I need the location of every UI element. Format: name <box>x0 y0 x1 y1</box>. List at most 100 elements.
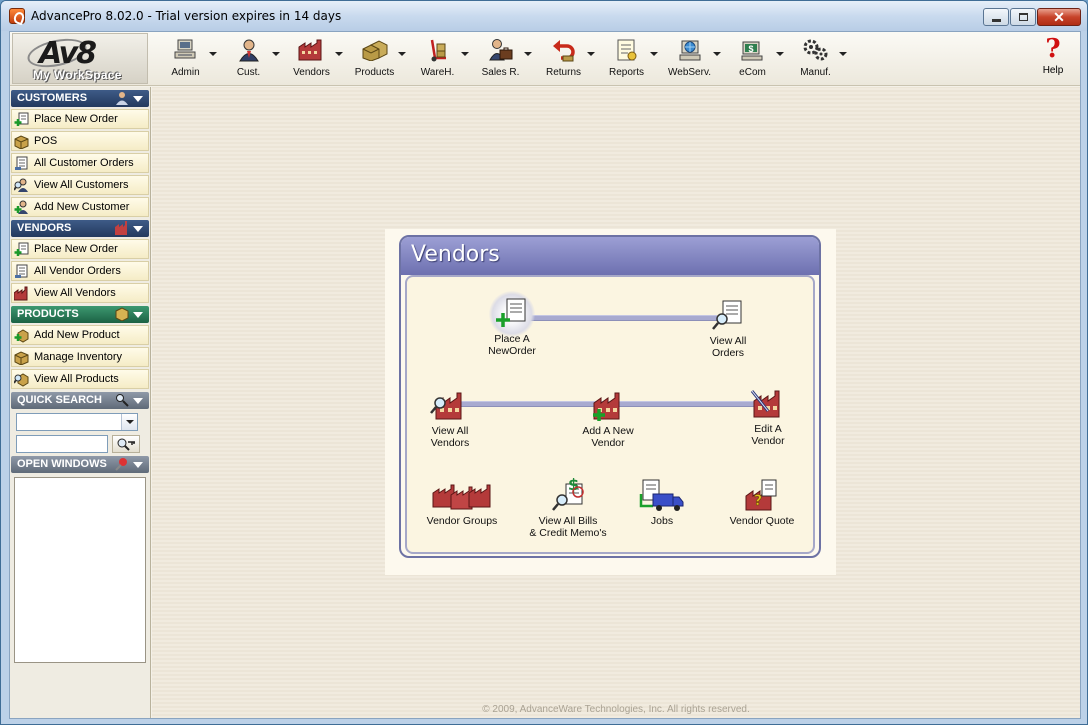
dropdown-arrow-icon[interactable] <box>650 52 658 56</box>
toolbar-customers-button[interactable]: Cust. <box>217 36 280 82</box>
quick-search-section-header[interactable]: QUICK SEARCH <box>11 392 149 409</box>
jobs-node[interactable]: Jobs <box>607 477 717 527</box>
quick-search-input[interactable] <box>16 435 108 453</box>
app-icon[interactable] <box>9 8 25 24</box>
sidebar-item-add-new-customer[interactable]: Add New Customer <box>11 197 149 217</box>
vendor-search-icon <box>430 387 470 423</box>
sidebar-item-view-all-products[interactable]: View All Products <box>11 369 149 389</box>
vendor-quote-node[interactable]: ? Vendor Quote <box>707 477 817 527</box>
sidebar-item-manage-inventory[interactable]: Manage Inventory <box>11 347 149 367</box>
dropdown-arrow-icon[interactable] <box>335 52 343 56</box>
title-bar[interactable]: AdvancePro 8.02.0 - Trial version expire… <box>1 1 1087 31</box>
section-title: QUICK SEARCH <box>17 394 102 406</box>
dropdown-arrow-icon[interactable] <box>839 52 847 56</box>
dropdown-arrow-icon[interactable] <box>209 52 217 56</box>
sidebar-item-view-all-customers[interactable]: View All Customers <box>11 175 149 195</box>
open-windows-list[interactable] <box>14 477 146 663</box>
sidebar-item-vendor-place-new-order[interactable]: Place New Order <box>11 239 149 259</box>
toolbar-admin-button[interactable]: Admin <box>154 36 217 82</box>
minimize-button[interactable] <box>983 8 1009 26</box>
close-icon: ✕ <box>1053 9 1065 25</box>
toolbar-ecom-button[interactable]: $ eCom <box>721 36 784 82</box>
help-button[interactable]: ? Help <box>1038 36 1068 76</box>
collapse-arrow-icon[interactable] <box>133 462 143 468</box>
collapse-arrow-icon[interactable] <box>133 96 143 102</box>
toolbar-products-button[interactable]: Products <box>343 36 406 82</box>
toolbar-label: WareH. <box>420 67 455 78</box>
dropdown-arrow-icon[interactable] <box>461 52 469 56</box>
sidebar-item-label: Add New Product <box>34 329 120 341</box>
view-all-vendors-node[interactable]: View All Vendors <box>401 387 505 449</box>
node-label: View All Vendors <box>430 425 470 449</box>
sidebar-item-view-all-vendors[interactable]: View All Vendors <box>11 283 149 303</box>
add-vendor-icon <box>588 387 628 423</box>
maximize-icon <box>1018 13 1028 21</box>
collapse-arrow-icon[interactable] <box>133 312 143 318</box>
sidebar-item-label: All Vendor Orders <box>34 265 121 277</box>
bills-search-icon: $ <box>548 477 588 513</box>
dropdown-arrow-icon[interactable] <box>776 52 784 56</box>
toolbar-webserv-button[interactable]: WebServ. <box>658 36 721 82</box>
briefcase-icon <box>487 37 515 63</box>
view-all-orders-node[interactable]: View All Orders <box>673 297 783 359</box>
search-keys-icon <box>117 438 135 451</box>
minimize-icon <box>991 18 1001 22</box>
sidebar-item-all-vendor-orders[interactable]: All Vendor Orders <box>11 261 149 281</box>
maximize-button[interactable] <box>1010 8 1036 26</box>
vendors-panel-container: Vendors Place A NewOrder View All Orders… <box>385 229 836 575</box>
add-customer-icon <box>14 200 28 214</box>
dropdown-arrow-icon[interactable] <box>713 52 721 56</box>
place-new-order-node[interactable]: Place A NewOrder <box>457 291 567 357</box>
dropdown-arrow-icon[interactable] <box>272 52 280 56</box>
vendors-panel: Vendors Place A NewOrder View All Orders… <box>399 235 821 558</box>
edit-vendor-icon <box>748 385 788 421</box>
collapse-arrow-icon[interactable] <box>133 398 143 404</box>
sidebar-item-label: Place New Order <box>34 113 118 125</box>
sidebar-item-add-new-product[interactable]: Add New Product <box>11 325 149 345</box>
quick-search-type-select[interactable] <box>16 413 138 431</box>
main-toolbar: Av8 My WorkSpace Admin Cust. Vendors Pro… <box>10 32 1080 86</box>
toolbar-sales-rep-button[interactable]: Sales R. <box>469 36 532 82</box>
customers-section-header[interactable]: CUSTOMERS <box>11 90 149 107</box>
toolbar-returns-button[interactable]: Returns <box>532 36 595 82</box>
dropdown-arrow-icon[interactable] <box>121 414 137 430</box>
toolbar-label: Products <box>354 67 395 78</box>
toolbar-warehouse-button[interactable]: WareH. <box>406 36 469 82</box>
jobs-truck-icon <box>637 477 687 513</box>
panel-title: Vendors <box>411 242 500 267</box>
sidebar-item-label: All Customer Orders <box>34 157 134 169</box>
dropdown-arrow-icon[interactable] <box>398 52 406 56</box>
edit-vendor-node[interactable]: Edit A Vendor <box>713 385 819 447</box>
toolbar-vendors-button[interactable]: Vendors <box>280 36 343 82</box>
toolbar-label: Sales R. <box>481 67 520 78</box>
product-search-icon <box>14 373 29 387</box>
orders-list-icon <box>15 264 28 278</box>
vendors-section-header[interactable]: VENDORS <box>11 220 149 237</box>
sidebar-item-all-customer-orders[interactable]: All Customer Orders <box>11 153 149 173</box>
my-workspace-logo[interactable]: Av8 My WorkSpace <box>12 33 148 84</box>
customer-icon <box>235 37 263 63</box>
node-label: View All Orders <box>709 335 747 359</box>
toolbar-manuf-button[interactable]: Manuf. <box>784 36 847 82</box>
box-icon <box>115 307 129 321</box>
toolbar-label: eCom <box>739 67 766 78</box>
close-button[interactable]: ✕ <box>1037 8 1081 26</box>
vendor-groups-node[interactable]: Vendor Groups <box>407 477 517 527</box>
collapse-arrow-icon[interactable] <box>133 226 143 232</box>
dropdown-arrow-icon[interactable] <box>524 52 532 56</box>
sidebar-item-pos[interactable]: POS <box>11 131 149 151</box>
sidebar-item-customer-place-new-order[interactable]: Place New Order <box>11 109 149 129</box>
logo-brand: Av8 <box>39 36 97 71</box>
dropdown-arrow-icon[interactable] <box>587 52 595 56</box>
open-windows-section-header[interactable]: OPEN WINDOWS <box>11 456 149 473</box>
svg-text:$: $ <box>748 44 753 54</box>
products-section-header[interactable]: PRODUCTS <box>11 306 149 323</box>
sidebar-item-label: Place New Order <box>34 243 118 255</box>
quick-search-form <box>16 413 149 453</box>
quick-search-button[interactable] <box>112 435 140 453</box>
section-title: CUSTOMERS <box>17 92 88 104</box>
sidebar-item-label: POS <box>34 135 58 147</box>
toolbar-label: Manuf. <box>800 67 831 78</box>
toolbar-reports-button[interactable]: Reports <box>595 36 658 82</box>
add-new-vendor-node[interactable]: Add A New Vendor <box>553 387 663 449</box>
